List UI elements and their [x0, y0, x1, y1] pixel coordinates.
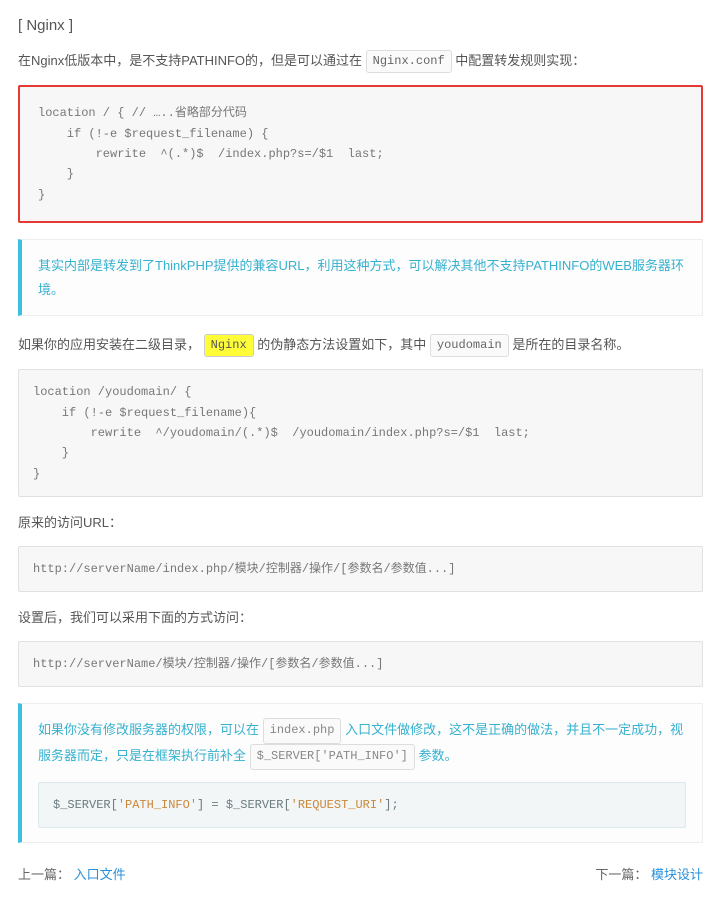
section-title: [ Nginx ] [18, 14, 703, 38]
prev-link[interactable]: 入口文件 [74, 867, 126, 882]
subdir-suffix: 是所在的目录名称。 [512, 337, 629, 352]
callout2-t1: 如果你没有修改服务器的权限，可以在 [38, 723, 263, 738]
next-label: 下一篇： [595, 867, 647, 882]
original-url-label: 原来的访问URL： [18, 513, 703, 534]
intro-paragraph: 在Nginx低版本中，是不支持PATHINFO的，但是可以通过在 Nginx.c… [18, 50, 703, 73]
callout-compat-url: 其实内部是转发到了ThinkPHP提供的兼容URL，利用这种方式，可以解决其他不… [18, 239, 703, 316]
youdomain-code: youdomain [430, 334, 509, 357]
after-config-label: 设置后，我们可以采用下面的方式访问： [18, 608, 703, 629]
prev-label: 上一篇： [18, 867, 70, 882]
code-block-after-url: http://serverName/模块/控制器/操作/[参数名/参数值...] [18, 641, 703, 687]
pagination-nav: 上一篇： 入口文件 下一篇： 模块设计 [18, 865, 703, 886]
code-block-location-subdir: location /youdomain/ { if (!-e $request_… [18, 369, 703, 497]
code-block-location-root: location / { // …..省略部分代码 if (!-e $reque… [18, 85, 703, 223]
subdir-paragraph: 如果你的应用安装在二级目录， Nginx 的伪静态方法设置如下，其中 youdo… [18, 334, 703, 357]
code-block-server-assign: $_SERVER['PATH_INFO'] = $_SERVER['REQUES… [38, 782, 686, 828]
callout2-t3: 参数。 [418, 748, 457, 763]
nginx-conf-code: Nginx.conf [366, 50, 452, 73]
index-php-code: index.php [263, 718, 342, 744]
nginx-code: Nginx [204, 334, 254, 357]
callout-index-php: 如果你没有修改服务器的权限，可以在 index.php 入口文件做修改，这不是正… [18, 703, 703, 843]
prev-nav: 上一篇： 入口文件 [18, 865, 126, 886]
subdir-prefix: 如果你的应用安装在二级目录， [18, 337, 200, 352]
next-nav: 下一篇： 模块设计 [595, 865, 703, 886]
subdir-mid: 的伪静态方法设置如下，其中 [257, 337, 430, 352]
intro-prefix: 在Nginx低版本中，是不支持PATHINFO的，但是可以通过在 [18, 53, 366, 68]
next-link[interactable]: 模块设计 [651, 867, 703, 882]
server-pathinfo-code: $_SERVER['PATH_INFO'] [250, 744, 415, 770]
intro-suffix: 中配置转发规则实现： [455, 53, 585, 68]
code-block-original-url: http://serverName/index.php/模块/控制器/操作/[参… [18, 546, 703, 592]
